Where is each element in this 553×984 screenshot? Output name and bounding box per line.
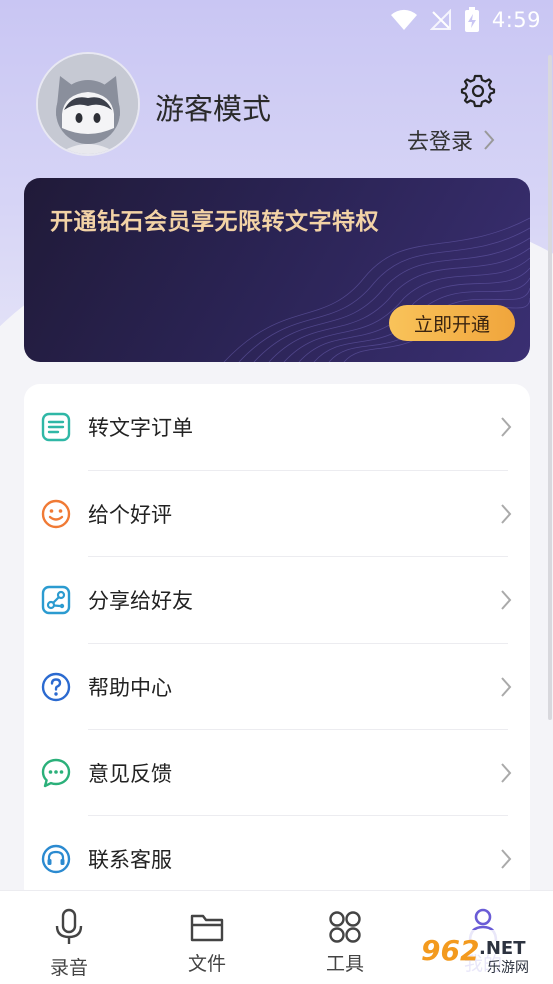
- status-bar: 4:59: [0, 0, 553, 40]
- menu-item-share[interactable]: 分享给好友: [24, 557, 530, 643]
- watermark-logo: 962 .NET 乐游网: [415, 930, 550, 976]
- login-label: 去登录: [407, 130, 474, 155]
- vip-open-button[interactable]: 立即开通: [389, 305, 515, 341]
- menu-card: 转文字订单 给个好评 分享给好友 帮助中心 意见反馈 联系客服: [24, 384, 530, 904]
- feedback-icon: [41, 758, 71, 788]
- share-icon: [41, 585, 71, 615]
- menu-item-label: 联系客服: [88, 848, 172, 872]
- nav-label: 文件: [187, 953, 226, 975]
- tools-grid-icon: [329, 911, 361, 943]
- menu-item-label: 给个好评: [88, 503, 172, 527]
- avatar-cat-icon: [38, 54, 138, 154]
- microphone-icon: [55, 908, 83, 944]
- menu-item-transcription-orders[interactable]: 转文字订单: [24, 384, 530, 470]
- document-list-icon: [41, 412, 71, 442]
- battery-charging-icon: [464, 7, 479, 32]
- settings-button[interactable]: [460, 72, 496, 108]
- chevron-right-icon: [501, 590, 512, 610]
- menu-item-feedback[interactable]: 意见反馈: [24, 730, 530, 816]
- nav-record[interactable]: 录音: [14, 891, 124, 984]
- watermark-subtitle: 乐游网: [487, 960, 529, 976]
- help-icon: [41, 672, 71, 702]
- avatar[interactable]: [38, 54, 138, 154]
- chevron-right-icon: [484, 130, 495, 150]
- menu-item-label: 意见反馈: [88, 762, 172, 786]
- watermark-brand: 962: [421, 934, 479, 967]
- nav-tools[interactable]: 工具: [290, 891, 400, 984]
- chevron-right-icon: [501, 677, 512, 697]
- headset-icon: [41, 844, 71, 874]
- menu-item-help[interactable]: 帮助中心: [24, 644, 530, 730]
- vip-banner[interactable]: 开通钻石会员享无限转文字特权 立即开通: [24, 178, 530, 362]
- vip-title: 开通钻石会员享无限转文字特权: [50, 209, 379, 235]
- chevron-right-icon: [501, 417, 512, 437]
- folder-icon: [190, 914, 224, 942]
- menu-item-label: 帮助中心: [88, 676, 172, 700]
- menu-item-label: 转文字订单: [88, 416, 193, 440]
- chevron-right-icon: [501, 763, 512, 783]
- nav-label: 工具: [325, 953, 364, 975]
- status-time: 4:59: [491, 8, 541, 32]
- scrollbar[interactable]: [548, 55, 552, 720]
- nav-files[interactable]: 文件: [152, 891, 262, 984]
- chevron-right-icon: [501, 504, 512, 524]
- wifi-icon: [390, 9, 417, 30]
- menu-item-rate[interactable]: 给个好评: [24, 471, 530, 557]
- chevron-right-icon: [501, 849, 512, 869]
- watermark-net: .NET: [479, 938, 526, 959]
- username-label: 游客模式: [155, 92, 272, 126]
- login-link[interactable]: 去登录: [407, 124, 495, 156]
- nav-label: 录音: [49, 957, 88, 979]
- gear-icon: [460, 74, 496, 108]
- smiley-icon: [41, 499, 71, 529]
- no-signal-icon: [429, 9, 451, 30]
- menu-item-label: 分享给好友: [88, 589, 193, 613]
